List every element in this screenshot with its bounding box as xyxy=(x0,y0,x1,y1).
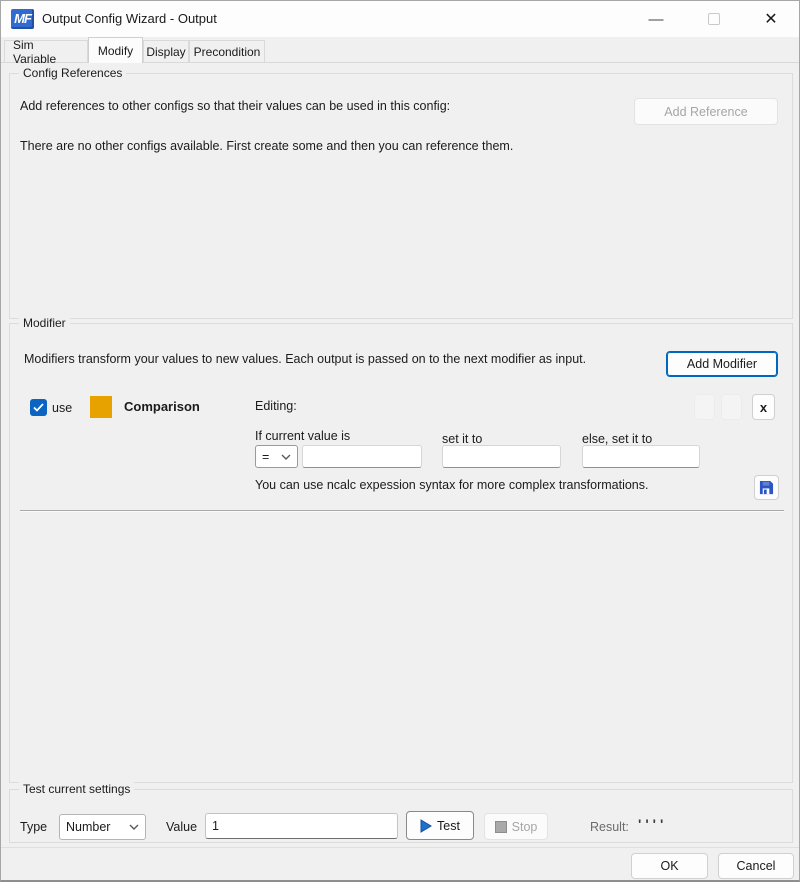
modifier-title: Modifier xyxy=(19,316,70,330)
modifier-description: Modifiers transform your values to new v… xyxy=(24,352,586,366)
test-button[interactable]: Test xyxy=(406,811,474,840)
set-it-to-label: set it to xyxy=(442,432,482,446)
result-value: '''' xyxy=(638,816,667,832)
add-reference-button[interactable]: Add Reference xyxy=(634,98,778,125)
type-value: Number xyxy=(66,820,110,834)
check-icon xyxy=(33,403,44,412)
test-value-input[interactable] xyxy=(205,813,398,839)
play-icon xyxy=(420,819,432,833)
config-references-description: Add references to other configs so that … xyxy=(20,99,450,113)
app-logo-icon: MF xyxy=(11,9,34,29)
result-label: Result: xyxy=(590,820,629,834)
else-set-it-to-label: else, set it to xyxy=(582,432,652,446)
operator-value: = xyxy=(262,450,269,464)
editing-label: Editing: xyxy=(255,399,297,413)
tab-precondition[interactable]: Precondition xyxy=(189,40,265,62)
minimize-icon: — xyxy=(649,11,664,28)
tab-sim-variable[interactable]: Sim Variable xyxy=(4,40,88,62)
modifier-separator xyxy=(20,510,784,512)
use-checkbox[interactable] xyxy=(30,399,47,416)
stop-icon xyxy=(495,821,507,833)
type-select[interactable]: Number xyxy=(59,814,146,840)
config-references-title: Config References xyxy=(19,66,126,80)
tab-strip: Sim Variable Modify Display Precondition xyxy=(1,37,799,63)
value-label: Value xyxy=(166,820,197,834)
close-icon: ✕ xyxy=(764,9,777,29)
close-button[interactable]: ✕ xyxy=(754,7,788,31)
condition-label: If current value is xyxy=(255,429,350,443)
minimize-button[interactable]: — xyxy=(639,7,673,31)
use-checkbox-label: use xyxy=(52,401,72,415)
set-value-input[interactable] xyxy=(442,445,561,468)
cancel-button[interactable]: Cancel xyxy=(718,853,794,879)
move-down-button[interactable] xyxy=(721,394,742,420)
ok-button[interactable]: OK xyxy=(631,853,708,879)
titlebar: MF Output Config Wizard - Output — ✕ xyxy=(1,1,799,37)
chevron-down-icon xyxy=(281,454,291,460)
modifier-group: Modifier Modifiers transform your values… xyxy=(9,323,793,783)
modifier-name: Comparison xyxy=(124,399,200,414)
add-modifier-button[interactable]: Add Modifier xyxy=(666,351,778,377)
maximize-button xyxy=(697,7,731,31)
condition-value-input[interactable] xyxy=(302,445,422,468)
tab-modify[interactable]: Modify xyxy=(88,37,143,63)
test-settings-title: Test current settings xyxy=(19,782,134,796)
test-settings-group: Test current settings Type Number Value … xyxy=(9,789,793,843)
modifier-color-swatch xyxy=(90,396,112,418)
output-config-wizard-dialog: MF Output Config Wizard - Output — ✕ Sim… xyxy=(0,0,800,882)
move-up-button[interactable] xyxy=(694,394,715,420)
config-references-group: Config References Add references to othe… xyxy=(9,73,793,319)
type-label: Type xyxy=(20,820,47,834)
save-icon xyxy=(759,480,774,495)
else-value-input[interactable] xyxy=(582,445,700,468)
test-button-label: Test xyxy=(437,819,460,833)
save-modifier-button[interactable] xyxy=(754,475,779,500)
footer-divider xyxy=(1,847,799,848)
maximize-icon xyxy=(708,13,720,25)
chevron-down-icon xyxy=(129,824,139,830)
stop-button[interactable]: Stop xyxy=(484,813,548,840)
stop-button-label: Stop xyxy=(512,820,538,834)
ncalc-note: You can use ncalc expession syntax for m… xyxy=(255,478,648,492)
window-title: Output Config Wizard - Output xyxy=(42,11,217,26)
operator-select[interactable]: = xyxy=(255,445,298,468)
delete-modifier-button[interactable]: x xyxy=(752,394,775,420)
tab-display[interactable]: Display xyxy=(143,40,189,62)
config-references-empty-text: There are no other configs available. Fi… xyxy=(20,139,513,153)
